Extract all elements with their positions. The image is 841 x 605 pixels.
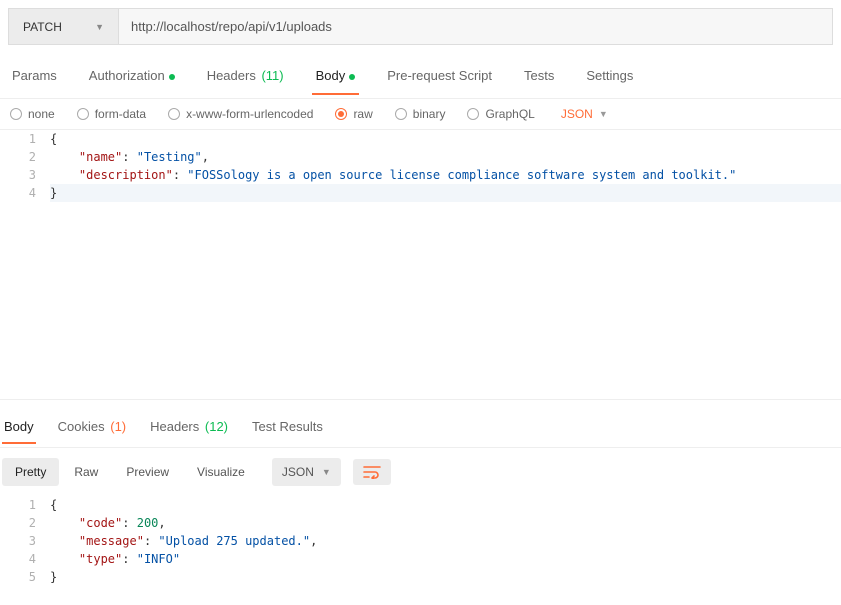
tab-headers[interactable]: Headers (11) bbox=[203, 57, 288, 94]
request-bar: PATCH ▼ bbox=[8, 8, 833, 45]
radio-formdata[interactable]: form-data bbox=[77, 107, 146, 121]
body-type-selector: none form-data x-www-form-urlencoded raw… bbox=[0, 99, 841, 130]
rtab-headers-count: (12) bbox=[205, 419, 228, 434]
line-number: 1 bbox=[0, 130, 50, 148]
tab-body-label: Body bbox=[316, 68, 346, 83]
view-raw-button[interactable]: Raw bbox=[61, 458, 111, 486]
line-number: 1 bbox=[0, 496, 50, 514]
rtab-testresults[interactable]: Test Results bbox=[250, 410, 325, 443]
chevron-down-icon: ▼ bbox=[599, 109, 608, 119]
method-select[interactable]: PATCH ▼ bbox=[9, 9, 119, 44]
chevron-down-icon: ▼ bbox=[322, 467, 331, 477]
radio-icon bbox=[395, 108, 407, 120]
radio-raw-label: raw bbox=[353, 107, 372, 121]
response-tabs: Body Cookies (1) Headers (12) Test Resul… bbox=[0, 406, 841, 448]
tab-headers-count: (11) bbox=[261, 68, 283, 83]
radio-formdata-label: form-data bbox=[95, 107, 146, 121]
status-dot-icon bbox=[349, 74, 355, 80]
code-line: { bbox=[50, 496, 841, 514]
view-preview-button[interactable]: Preview bbox=[113, 458, 182, 486]
line-number: 3 bbox=[0, 532, 50, 550]
wrap-lines-button[interactable] bbox=[353, 459, 391, 485]
tab-authorization-label: Authorization bbox=[89, 68, 165, 83]
rtab-cookies-label: Cookies bbox=[58, 419, 105, 434]
line-number: 2 bbox=[0, 148, 50, 166]
tab-headers-label: Headers bbox=[207, 68, 256, 83]
code-line: "name": "Testing", bbox=[50, 148, 841, 166]
radio-binary[interactable]: binary bbox=[395, 107, 446, 121]
line-number: 4 bbox=[0, 550, 50, 568]
code-line: } bbox=[50, 568, 841, 586]
radio-xwww[interactable]: x-www-form-urlencoded bbox=[168, 107, 313, 121]
radio-icon bbox=[335, 108, 347, 120]
tab-tests[interactable]: Tests bbox=[520, 57, 558, 94]
radio-binary-label: binary bbox=[413, 107, 446, 121]
request-body-editor[interactable]: 1 { 2 "name": "Testing", 3 "description"… bbox=[0, 130, 841, 400]
code-line: "description": "FOSSology is a open sour… bbox=[50, 166, 841, 184]
radio-graphql-label: GraphQL bbox=[485, 107, 534, 121]
radio-icon bbox=[10, 108, 22, 120]
tab-authorization[interactable]: Authorization bbox=[85, 57, 179, 94]
rtab-cookies-count: (1) bbox=[110, 419, 126, 434]
code-line: } bbox=[50, 184, 841, 202]
chevron-down-icon: ▼ bbox=[95, 22, 104, 32]
rtab-cookies[interactable]: Cookies (1) bbox=[56, 410, 128, 443]
radio-graphql[interactable]: GraphQL bbox=[467, 107, 534, 121]
method-label: PATCH bbox=[23, 20, 62, 34]
tab-body[interactable]: Body bbox=[312, 57, 360, 94]
view-pretty-button[interactable]: Pretty bbox=[2, 458, 59, 486]
body-format-label: JSON bbox=[561, 107, 593, 121]
line-number: 2 bbox=[0, 514, 50, 532]
tab-settings[interactable]: Settings bbox=[582, 57, 637, 94]
rtab-body[interactable]: Body bbox=[2, 410, 36, 443]
url-input[interactable] bbox=[119, 9, 832, 44]
wrap-icon bbox=[363, 465, 381, 479]
radio-none-label: none bbox=[28, 107, 55, 121]
line-number: 4 bbox=[0, 184, 50, 202]
view-visualize-button[interactable]: Visualize bbox=[184, 458, 258, 486]
radio-icon bbox=[168, 108, 180, 120]
radio-icon bbox=[77, 108, 89, 120]
code-line: "code": 200, bbox=[50, 514, 841, 532]
response-lang-select[interactable]: JSON ▼ bbox=[272, 458, 341, 486]
line-number: 5 bbox=[0, 568, 50, 586]
rtab-headers[interactable]: Headers (12) bbox=[148, 410, 230, 443]
tab-params[interactable]: Params bbox=[8, 57, 61, 94]
body-format-select[interactable]: JSON ▼ bbox=[561, 107, 608, 121]
radio-xwww-label: x-www-form-urlencoded bbox=[186, 107, 313, 121]
radio-none[interactable]: none bbox=[10, 107, 55, 121]
tab-prerequest[interactable]: Pre-request Script bbox=[383, 57, 496, 94]
rtab-headers-label: Headers bbox=[150, 419, 199, 434]
response-lang-label: JSON bbox=[282, 465, 314, 479]
radio-icon bbox=[467, 108, 479, 120]
radio-raw[interactable]: raw bbox=[335, 107, 372, 121]
response-body-viewer: 1 { 2 "code": 200, 3 "message": "Upload … bbox=[0, 496, 841, 600]
status-dot-icon bbox=[169, 74, 175, 80]
request-tabs: Params Authorization Headers (11) Body P… bbox=[0, 53, 841, 99]
code-line: "message": "Upload 275 updated.", bbox=[50, 532, 841, 550]
code-line: { bbox=[50, 130, 841, 148]
code-line: "type": "INFO" bbox=[50, 550, 841, 568]
line-number: 3 bbox=[0, 166, 50, 184]
response-view-controls: Pretty Raw Preview Visualize JSON ▼ bbox=[0, 448, 841, 496]
